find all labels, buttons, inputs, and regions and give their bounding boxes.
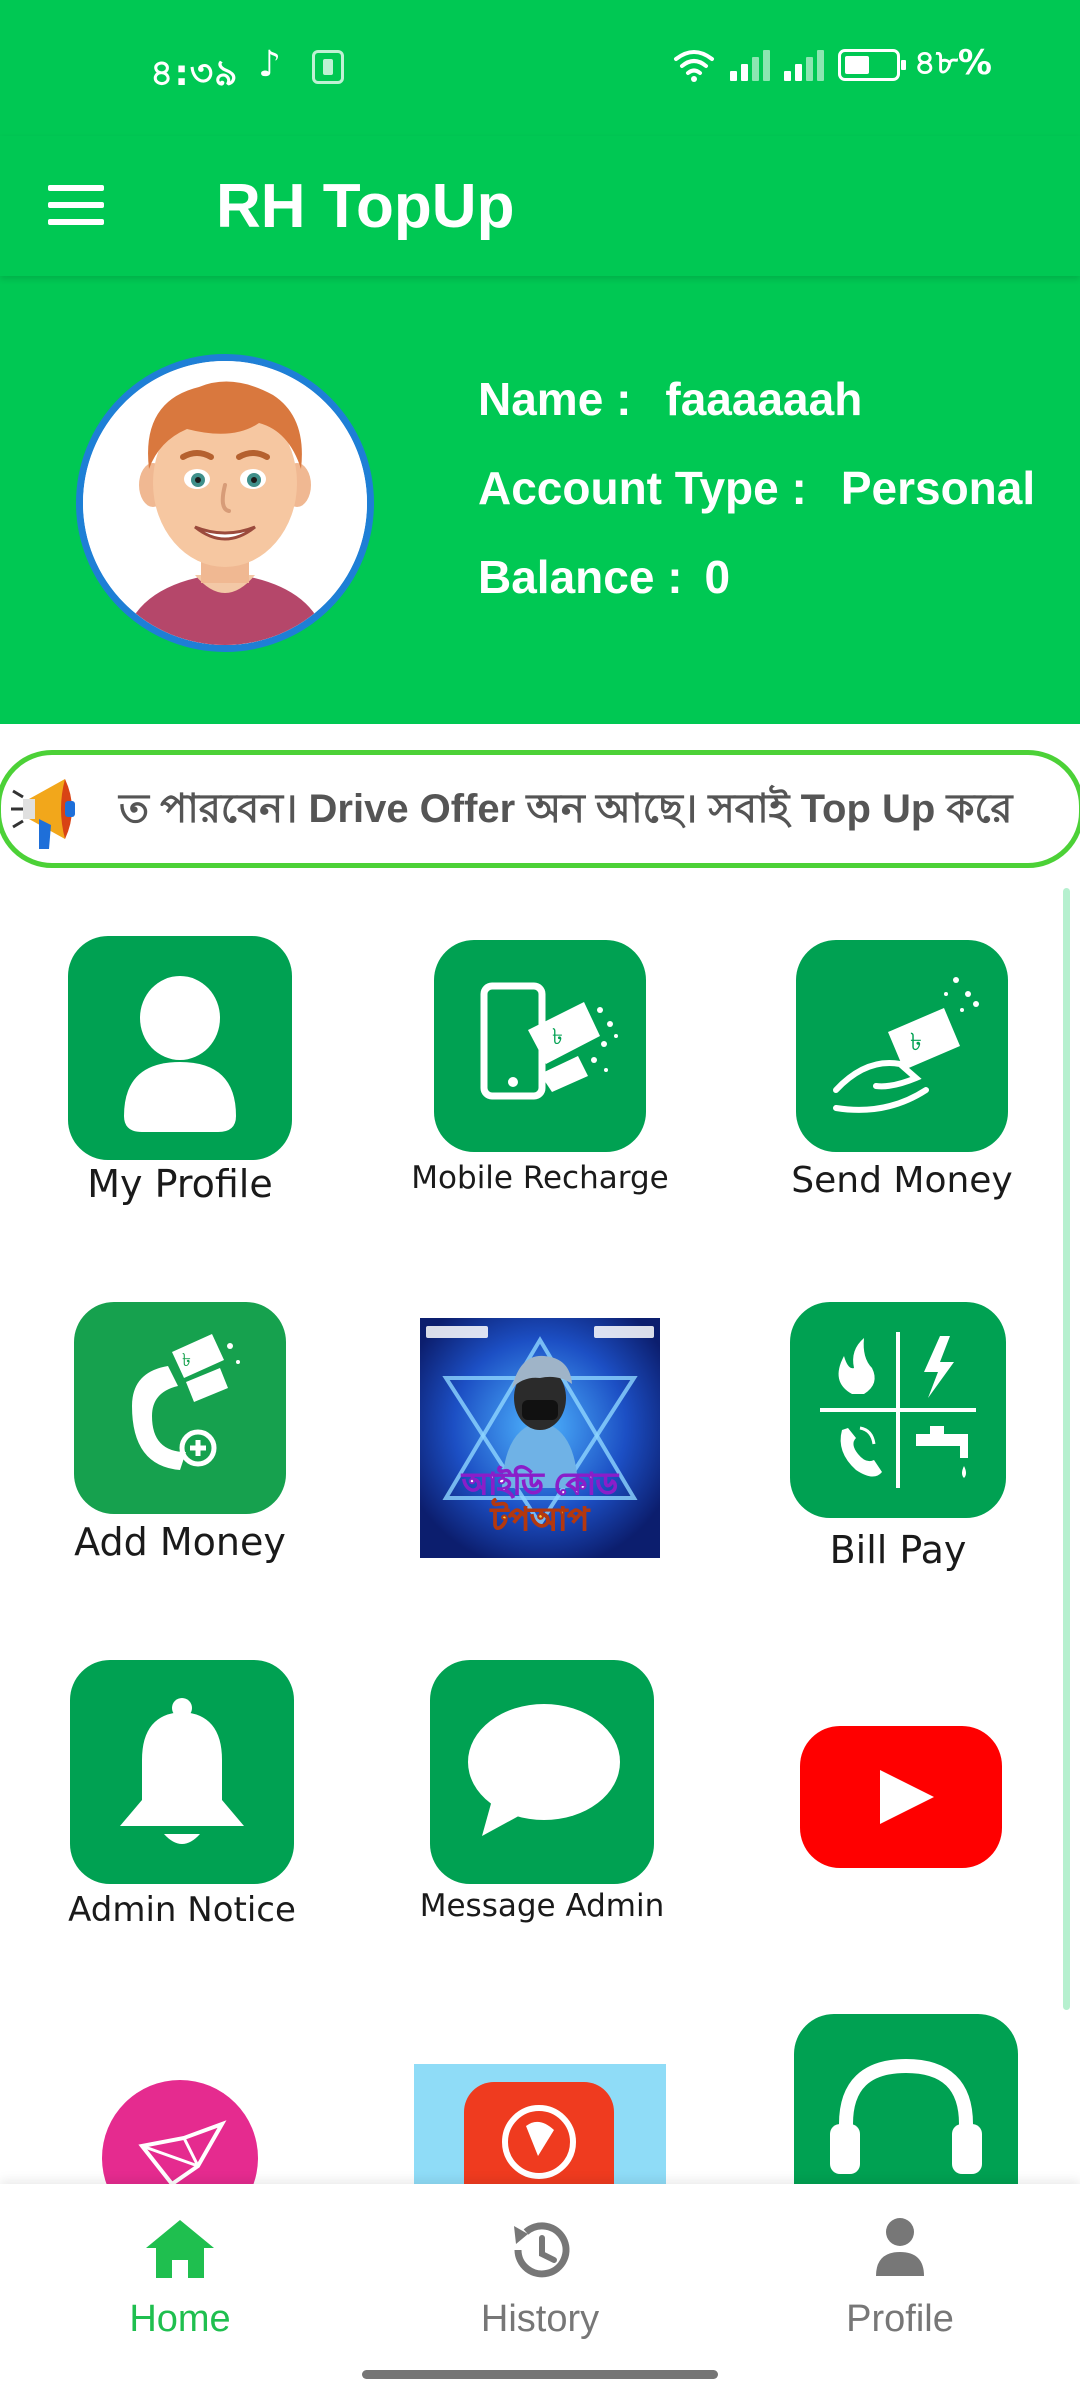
battery-percent: ৪৮% <box>913 42 992 83</box>
nav-history[interactable]: History <box>420 2206 660 2356</box>
app-bar: RH TopUp <box>0 136 1080 276</box>
nav-profile[interactable]: Profile <box>780 2206 1020 2356</box>
account-type-label: Account Type : <box>478 462 807 514</box>
bill-pay-label: Bill Pay <box>829 1528 967 1572</box>
id-code-topup-banner[interactable]: আইডি কোড টপআপ <box>420 1318 660 1558</box>
account-type-row: Account Type : Personal <box>478 461 1035 550</box>
mobile-recharge-icon: ৳ <box>434 940 646 1152</box>
id-code-topup-image: আইডি কোড টপআপ <box>420 1318 660 1558</box>
svg-text:৳: ৳ <box>552 1025 563 1050</box>
nav-profile-label: Profile <box>846 2298 954 2340</box>
bottom-navigation: Home History Profile <box>0 2184 1080 2400</box>
add-money-tile[interactable]: ৳ Add Money <box>74 1302 286 1582</box>
banner-title-line2: টপআপ <box>490 1498 590 1538</box>
signal-icon <box>783 49 824 81</box>
tiktok-icon: ♪ <box>258 44 281 85</box>
account-type-value: Personal <box>840 462 1036 514</box>
admin-notice-tile[interactable]: Admin Notice <box>68 1660 296 1940</box>
send-money-tile[interactable]: ৳ Send Money <box>791 940 1013 1210</box>
person-icon <box>68 936 292 1160</box>
name-row: Name : faaaaaah <box>478 372 1035 461</box>
avatar[interactable] <box>76 354 374 652</box>
app-screen: ৪:৩৯ ♪ ৪৮% RH TopUp Name: faaaaaah Acco… <box>0 0 1080 2400</box>
status-bar: ৪:৩৯ ♪ ৪৮% <box>0 0 1080 136</box>
svg-text:৳: ৳ <box>182 1350 191 1371</box>
chat-bubble-icon <box>430 1660 654 1884</box>
my-profile-label: My Profile <box>87 1162 273 1206</box>
profile-icon <box>876 2218 924 2276</box>
battery-icon <box>837 49 906 81</box>
balance-value: 0 <box>704 551 731 603</box>
youtube-icon <box>800 1726 1002 1868</box>
name-label: Name : <box>478 373 632 425</box>
history-icon <box>514 2222 570 2278</box>
bill-pay-icon <box>790 1302 1006 1518</box>
add-money-icon: ৳ <box>74 1302 286 1514</box>
profile-info: Name : faaaaaah Account Type : Personal Ba… <box>478 372 1035 639</box>
signal-icon <box>729 49 770 81</box>
notice-text: ত পারবেন। Drive Offer অন আছে। সবাই Top U… <box>119 787 1013 831</box>
notice-marquee[interactable]: ত পারবেন। Drive Offer অন আছে। সবাই Top U… <box>0 750 1080 868</box>
wifi-icon <box>673 50 714 82</box>
my-profile-tile[interactable]: My Profile <box>68 936 292 1206</box>
home-icon <box>146 2220 214 2278</box>
banner-title-line1: আইডি কোড <box>461 1465 619 1502</box>
svg-text:৳: ৳ <box>910 1028 922 1056</box>
app-title: RH TopUp <box>216 172 515 241</box>
bill-pay-tile[interactable]: Bill Pay <box>790 1302 1006 1582</box>
youtube-tile[interactable] <box>800 1726 1002 1868</box>
nav-home-label: Home <box>129 2298 231 2340</box>
nav-history-label: History <box>480 2298 600 2340</box>
send-money-icon: ৳ <box>796 940 1008 1152</box>
add-money-label: Add Money <box>74 1520 286 1564</box>
status-time: ৪:৩৯ <box>150 53 239 94</box>
message-admin-tile[interactable]: Message Admin <box>420 1660 664 1940</box>
admin-notice-label: Admin Notice <box>68 1890 296 1930</box>
battery-saver-icon <box>312 50 344 84</box>
balance-row: Balance : 0 <box>478 550 1035 639</box>
hamburger-menu-icon[interactable] <box>48 170 118 240</box>
message-admin-label: Message Admin <box>419 1888 665 1924</box>
bell-icon <box>70 1660 294 1884</box>
balance-label: Balance : <box>478 551 683 603</box>
megaphone-icon <box>11 779 75 849</box>
name-value: faaaaaah <box>665 373 863 425</box>
send-money-label: Send Money <box>791 1160 1013 1201</box>
mobile-recharge-tile[interactable]: ৳ Mobile Recharge <box>411 940 669 1210</box>
nav-home[interactable]: Home <box>60 2206 300 2356</box>
gesture-bar[interactable] <box>362 2370 718 2379</box>
mobile-recharge-label: Mobile Recharge <box>411 1160 669 1196</box>
status-indicators: ৪৮% <box>672 40 992 90</box>
profile-header: Name : faaaaaah Account Type : Personal Ba… <box>0 276 1080 724</box>
scrollbar[interactable] <box>1063 888 1070 2010</box>
